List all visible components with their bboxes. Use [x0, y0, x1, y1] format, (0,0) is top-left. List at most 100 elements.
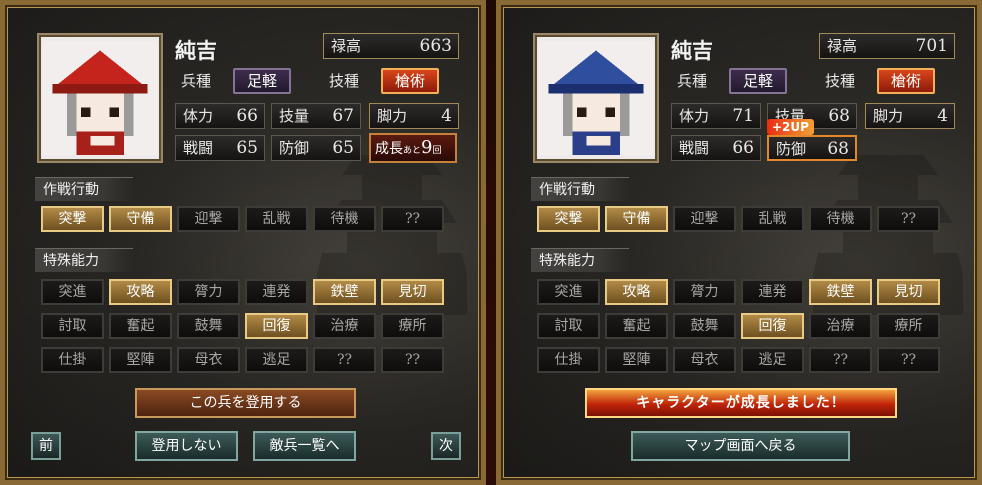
stat-defense: 防御 68: [767, 135, 857, 161]
ability-button[interactable]: 回復: [741, 313, 804, 339]
growth-value: 9: [421, 137, 433, 158]
ability-button[interactable]: 回復: [245, 313, 308, 339]
enemy-list-button[interactable]: 敵兵一覧へ: [253, 431, 356, 461]
ability-button[interactable]: 討取: [537, 313, 600, 339]
ashigaru-portrait-icon: [43, 41, 157, 155]
ability-button[interactable]: 鼓舞: [177, 313, 240, 339]
ability-button[interactable]: 討取: [41, 313, 104, 339]
ability-button[interactable]: 攻略: [605, 279, 668, 305]
stat-tech-label: 技量: [279, 107, 310, 125]
growth-prefix: 成長: [375, 141, 403, 157]
soldier-name: 純吉: [671, 38, 713, 63]
stat-defense-label: 防御: [279, 139, 310, 157]
unit-type-value: 足軽: [233, 68, 291, 94]
stat-hp-value: 71: [732, 106, 754, 126]
salary-box: 禄高 701: [819, 33, 955, 59]
unit-type-value: 足軽: [729, 68, 787, 94]
ability-button[interactable]: ??: [381, 347, 444, 373]
ability-button[interactable]: 治療: [313, 313, 376, 339]
soldier-portrait: [37, 33, 163, 163]
skill-type-label: 技種: [825, 72, 856, 90]
ability-button[interactable]: 突撃: [41, 206, 104, 232]
unit-status-panel-before: 純吉 禄高 663 兵種 足軽 技種 槍術 体力 66 技量 67 脚力 4 戦…: [0, 0, 486, 485]
salary-box: 禄高 663: [323, 33, 459, 59]
ability-button[interactable]: 膂力: [177, 279, 240, 305]
ability-button[interactable]: 奮起: [605, 313, 668, 339]
stat-legs-value: 4: [937, 106, 948, 126]
back-to-map-button[interactable]: マップ画面へ戻る: [631, 431, 850, 461]
ability-button[interactable]: 母衣: [177, 347, 240, 373]
ability-button[interactable]: 療所: [381, 313, 444, 339]
ability-button[interactable]: 母衣: [673, 347, 736, 373]
ability-button[interactable]: 療所: [877, 313, 940, 339]
ability-button[interactable]: 乱戦: [741, 206, 804, 232]
stat-hp-value: 66: [236, 106, 258, 126]
ability-button[interactable]: ??: [877, 347, 940, 373]
salary-value: 663: [419, 36, 452, 56]
ability-button[interactable]: ??: [313, 347, 376, 373]
salary-label: 禄高: [331, 37, 362, 55]
ability-button[interactable]: 膂力: [673, 279, 736, 305]
ability-button[interactable]: 見切: [877, 279, 940, 305]
stat-battle-value: 66: [732, 138, 754, 158]
ability-button[interactable]: 見切: [381, 279, 444, 305]
unit-type-label: 兵種: [677, 72, 708, 90]
stat-legs: 脚力 4: [369, 103, 459, 129]
ability-button[interactable]: 鉄壁: [809, 279, 872, 305]
ability-button[interactable]: ??: [809, 347, 872, 373]
stat-battle-label: 戦闘: [183, 139, 214, 157]
ability-button[interactable]: 待機: [313, 206, 376, 232]
ability-button[interactable]: ??: [877, 206, 940, 232]
ability-button[interactable]: 待機: [809, 206, 872, 232]
skill-type-value: 槍術: [381, 68, 439, 94]
soldier-name: 純吉: [175, 38, 217, 63]
unit-type-label: 兵種: [181, 72, 212, 90]
ability-button[interactable]: 仕掛: [41, 347, 104, 373]
ability-button[interactable]: 鉄壁: [313, 279, 376, 305]
ability-button[interactable]: 逃足: [245, 347, 308, 373]
ability-button[interactable]: 連発: [741, 279, 804, 305]
stat-hp-label: 体力: [183, 107, 214, 125]
salary-label: 禄高: [827, 37, 858, 55]
soldier-portrait: [533, 33, 659, 163]
ability-button[interactable]: 突進: [41, 279, 104, 305]
ability-button[interactable]: 迎撃: [673, 206, 736, 232]
stat-defense-value: 68: [827, 139, 849, 159]
ability-button[interactable]: 奮起: [109, 313, 172, 339]
stat-battle: 戦闘 66: [671, 135, 761, 161]
growth-small: あと: [403, 146, 422, 156]
stat-legs-label: 脚力: [873, 107, 904, 125]
ability-button[interactable]: 堅陣: [109, 347, 172, 373]
next-button[interactable]: 次: [431, 432, 461, 460]
stat-legs-value: 4: [441, 106, 452, 126]
stat-defense-label: 防御: [776, 140, 807, 158]
ability-button[interactable]: 堅陣: [605, 347, 668, 373]
ability-button[interactable]: 連発: [245, 279, 308, 305]
prev-button[interactable]: 前: [31, 432, 61, 460]
stat-up-badge: +2UP: [767, 119, 814, 135]
recruit-button[interactable]: この兵を登用する: [135, 388, 356, 418]
growth-counter: 成長あと9回: [369, 133, 457, 163]
ability-button[interactable]: 攻略: [109, 279, 172, 305]
stat-defense: 防御 65: [271, 135, 361, 161]
ability-button[interactable]: 迎撃: [177, 206, 240, 232]
ashigaru-portrait-icon: [539, 41, 653, 155]
ability-button[interactable]: 治療: [809, 313, 872, 339]
ability-button[interactable]: 突撃: [537, 206, 600, 232]
ability-button[interactable]: 守備: [605, 206, 668, 232]
stat-tech: 技量 67: [271, 103, 361, 129]
no-recruit-button[interactable]: 登用しない: [135, 431, 238, 461]
growth-banner: キャラクターが成長しました！: [585, 388, 897, 418]
ability-button[interactable]: 乱戦: [245, 206, 308, 232]
skill-type-value: 槍術: [877, 68, 935, 94]
ability-button[interactable]: ??: [381, 206, 444, 232]
ability-button[interactable]: 仕掛: [537, 347, 600, 373]
ability-button[interactable]: 鼓舞: [673, 313, 736, 339]
tactics-section-title: 作戦行動: [531, 177, 629, 201]
ability-button[interactable]: 突進: [537, 279, 600, 305]
ability-button[interactable]: 守備: [109, 206, 172, 232]
unit-status-panel-after: 純吉 禄高 701 兵種 足軽 技種 槍術 体力 71 技量 68 脚力 4 戦…: [496, 0, 982, 485]
special-section-title: 特殊能力: [35, 248, 133, 272]
ability-button[interactable]: 逃足: [741, 347, 804, 373]
stat-tech-value: 67: [332, 106, 354, 126]
